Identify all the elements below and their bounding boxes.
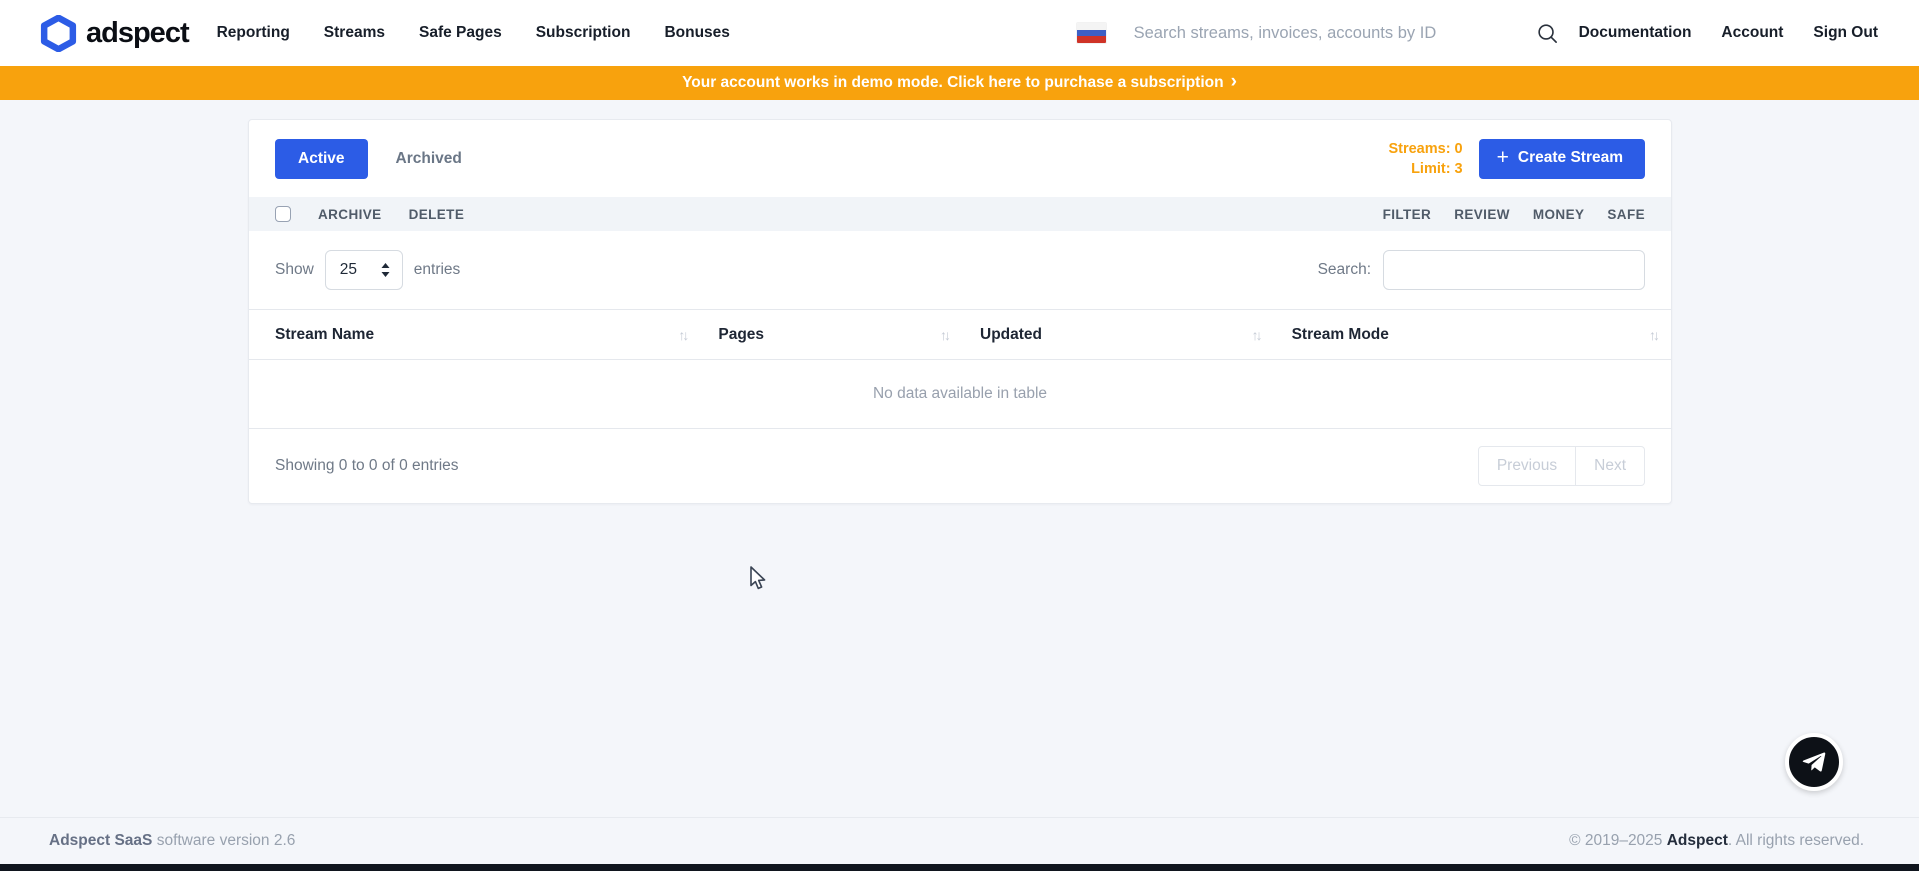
review-mode-action[interactable]: REVIEW xyxy=(1454,207,1510,222)
global-search-input[interactable] xyxy=(1134,24,1532,43)
search-icon xyxy=(1536,22,1559,45)
page-length-select[interactable]: 25 xyxy=(325,250,403,290)
bulk-actions-toolbar: ARCHIVE DELETE FILTER REVIEW MONEY SAFE xyxy=(249,197,1671,231)
plus-icon: + xyxy=(1497,147,1509,168)
toolbar-right: FILTER REVIEW MONEY SAFE xyxy=(1383,207,1645,222)
table-search-control: Search: xyxy=(1318,250,1645,290)
safe-mode-action[interactable]: SAFE xyxy=(1607,207,1645,222)
nav-item-safe-pages[interactable]: Safe Pages xyxy=(419,24,502,42)
empty-message: No data available in table xyxy=(873,385,1047,403)
sort-icon[interactable]: ↑↓ xyxy=(1252,327,1260,343)
next-page-button[interactable]: Next xyxy=(1576,446,1645,486)
money-mode-action[interactable]: MONEY xyxy=(1533,207,1585,222)
header-links: Documentation Account Sign Out xyxy=(1579,24,1878,42)
telegram-chat-button[interactable] xyxy=(1785,733,1843,791)
main-nav: Reporting Streams Safe Pages Subscriptio… xyxy=(217,24,730,42)
select-all-checkbox[interactable] xyxy=(275,206,291,222)
footer-version: Adspect SaaS software version 2.6 xyxy=(49,832,295,850)
show-label: Show xyxy=(275,261,314,279)
nav-item-streams[interactable]: Streams xyxy=(324,24,385,42)
table-search-input[interactable] xyxy=(1383,250,1645,290)
sort-icon[interactable]: ↑↓ xyxy=(1649,327,1657,343)
page-length-value: 25 xyxy=(340,261,357,279)
nav-item-documentation[interactable]: Documentation xyxy=(1579,24,1692,42)
create-stream-button[interactable]: + Create Stream xyxy=(1479,139,1645,179)
entries-summary: Showing 0 to 0 of 0 entries xyxy=(275,457,459,475)
chevron-right-icon: › xyxy=(1231,71,1237,93)
column-header-updated[interactable]: Updated ↑↓ xyxy=(962,310,1274,359)
nav-item-bonuses[interactable]: Bonuses xyxy=(664,24,729,42)
logo-wordmark: adspect xyxy=(86,17,189,50)
table-empty-state: No data available in table xyxy=(249,360,1671,429)
create-stream-label: Create Stream xyxy=(1518,149,1623,167)
previous-page-button[interactable]: Previous xyxy=(1478,446,1576,486)
filter-mode-action[interactable]: FILTER xyxy=(1383,207,1432,222)
column-header-stream-mode[interactable]: Stream Mode ↑↓ xyxy=(1274,310,1671,359)
footer-product-name: Adspect SaaS xyxy=(49,832,152,849)
demo-mode-banner[interactable]: Your account works in demo mode. Click h… xyxy=(0,66,1919,100)
tab-archived[interactable]: Archived xyxy=(378,139,480,179)
pagination: Previous Next xyxy=(1478,446,1645,486)
entries-label: entries xyxy=(414,261,461,279)
table-footer-row: Showing 0 to 0 of 0 entries Previous Nex… xyxy=(249,429,1671,503)
sort-icon[interactable]: ↑↓ xyxy=(678,327,686,343)
language-flag-russian[interactable] xyxy=(1077,23,1106,43)
table-search-label: Search: xyxy=(1318,261,1371,279)
card-header-right: Streams: 0 Limit: 3 + Create Stream xyxy=(1388,139,1645,179)
sort-icon[interactable]: ↑↓ xyxy=(940,327,948,343)
nav-item-subscription[interactable]: Subscription xyxy=(536,24,631,42)
streams-count-label: Streams: 0 xyxy=(1388,139,1462,159)
nav-item-reporting[interactable]: Reporting xyxy=(217,24,290,42)
adspect-logo[interactable]: adspect xyxy=(40,15,189,52)
mouse-cursor xyxy=(750,566,772,599)
demo-mode-banner-text: Your account works in demo mode. Click h… xyxy=(682,74,1223,92)
top-navigation-bar: adspect Reporting Streams Safe Pages Sub… xyxy=(0,0,1919,66)
stream-quota: Streams: 0 Limit: 3 xyxy=(1388,139,1462,179)
tab-active[interactable]: Active xyxy=(275,139,368,179)
stream-state-tabs: Active Archived xyxy=(275,139,480,179)
card-header-row: Active Archived Streams: 0 Limit: 3 + Cr… xyxy=(249,120,1671,197)
page-footer: Adspect SaaS software version 2.6 © 2019… xyxy=(0,817,1919,864)
archive-action[interactable]: ARCHIVE xyxy=(318,207,382,222)
nav-item-account[interactable]: Account xyxy=(1721,24,1783,42)
footer-brand-name: Adspect xyxy=(1667,832,1728,849)
streams-card: Active Archived Streams: 0 Limit: 3 + Cr… xyxy=(248,119,1672,504)
toolbar-left: ARCHIVE DELETE xyxy=(275,206,464,222)
streams-limit-label: Limit: 3 xyxy=(1388,159,1462,179)
footer-copyright: © 2019–2025 Adspect. All rights reserved… xyxy=(1569,832,1864,850)
table-header-row: Stream Name ↑↓ Pages ↑↓ Updated ↑↓ Strea… xyxy=(249,309,1671,360)
page-length-control: Show 25 entries xyxy=(275,250,460,290)
adspect-hexagon-icon xyxy=(40,15,77,52)
up-down-arrows-icon xyxy=(380,262,391,278)
telegram-icon xyxy=(1799,747,1829,777)
nav-item-sign-out[interactable]: Sign Out xyxy=(1813,24,1878,42)
table-controls-row: Show 25 entries Search: xyxy=(249,231,1671,309)
bottom-dark-bar xyxy=(0,864,1919,871)
column-header-stream-name[interactable]: Stream Name ↑↓ xyxy=(249,310,700,359)
column-header-pages[interactable]: Pages ↑↓ xyxy=(700,310,962,359)
search-submit-button[interactable] xyxy=(1532,18,1563,49)
delete-action[interactable]: DELETE xyxy=(409,207,465,222)
